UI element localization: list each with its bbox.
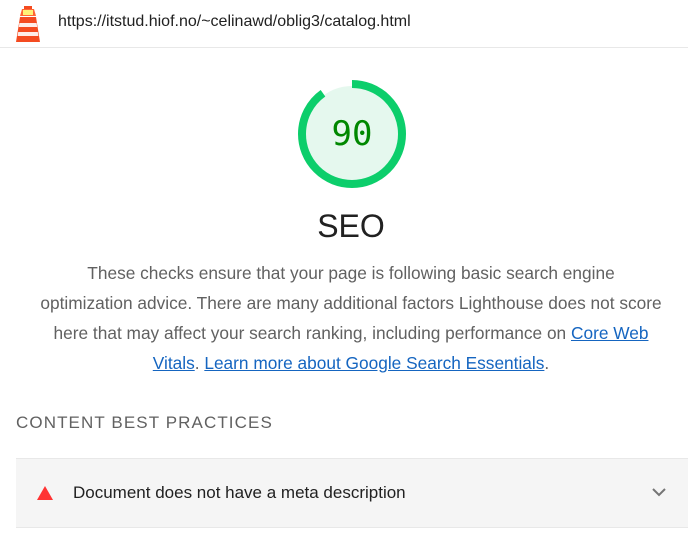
score-value: 90 (331, 114, 373, 154)
report-header: https://itstud.hiof.no/~celinawd/oblig3/… (0, 0, 688, 48)
description-end: . (544, 353, 550, 373)
audit-row[interactable]: Document does not have a meta descriptio… (16, 458, 688, 528)
report-url[interactable]: https://itstud.hiof.no/~celinawd/oblig3/… (58, 13, 411, 31)
description-separator: . (194, 353, 205, 373)
fail-triangle-icon (37, 486, 53, 500)
lighthouse-icon (16, 6, 40, 42)
description-text: These checks ensure that your page is fo… (40, 263, 662, 343)
learn-more-link[interactable]: Learn more about Google Search Essential… (204, 353, 544, 373)
audit-title: Document does not have a meta descriptio… (73, 483, 406, 502)
category-title: SEO (317, 208, 385, 244)
chevron-down-icon[interactable] (651, 486, 667, 498)
category-description: These checks ensure that your page is fo… (40, 258, 662, 378)
group-title: CONTENT BEST PRACTICES (16, 413, 273, 432)
